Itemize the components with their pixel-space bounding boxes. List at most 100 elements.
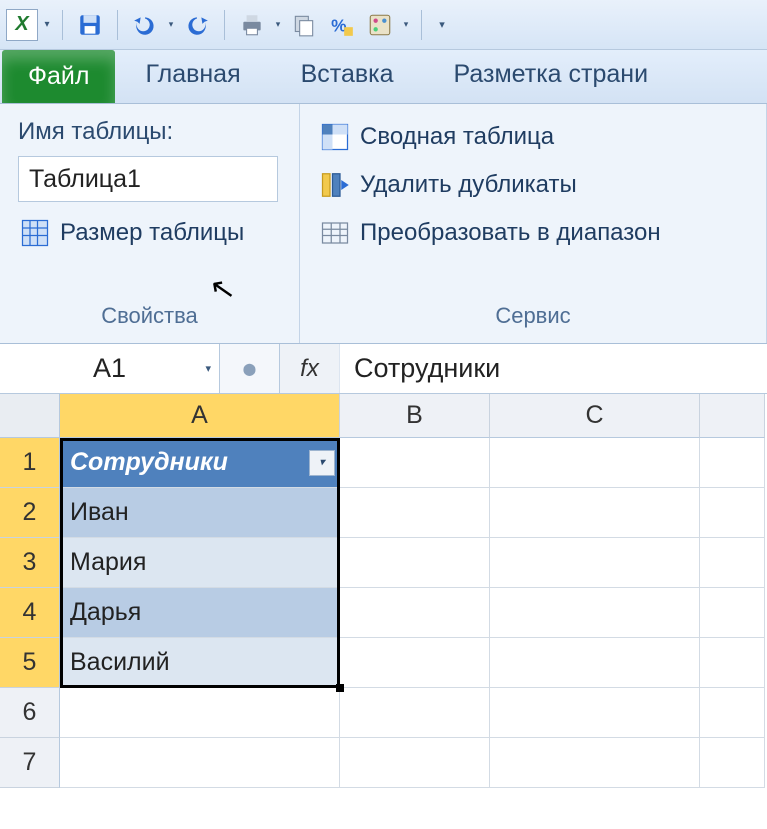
cell-value: Дарья — [70, 598, 141, 627]
copy-button[interactable] — [287, 8, 321, 42]
print-dropdown-icon[interactable]: ▾ — [273, 19, 283, 30]
pivot-table-button[interactable]: Сводная таблица — [318, 118, 748, 156]
undo-dropdown-icon[interactable]: ▾ — [166, 19, 176, 30]
tab-home[interactable]: Главная — [115, 48, 270, 103]
print-button[interactable] — [235, 8, 269, 42]
cell-C6[interactable] — [490, 688, 700, 738]
formula-bar: A1 ▾ ⬤ fx — [0, 344, 767, 394]
tab-insert[interactable]: Вставка — [271, 48, 424, 103]
cell-A3[interactable]: Мария — [60, 538, 340, 588]
separator — [117, 10, 118, 40]
row-header-6[interactable]: 6 — [0, 688, 60, 738]
cell-value: Сотрудники — [70, 448, 228, 477]
cell-B5[interactable] — [340, 638, 490, 688]
undo-button[interactable] — [128, 8, 162, 42]
convert-to-range-label: Преобразовать в диапазон — [360, 219, 661, 247]
row-header-3[interactable]: 3 — [0, 538, 60, 588]
cell-C7[interactable] — [490, 738, 700, 788]
column-header-B[interactable]: B — [340, 394, 490, 438]
cell-C4[interactable] — [490, 588, 700, 638]
fx-icon[interactable]: fx — [280, 344, 340, 393]
cell-C1[interactable] — [490, 438, 700, 488]
percent-button[interactable]: % — [325, 8, 359, 42]
cell-x1[interactable] — [700, 438, 765, 488]
cancel-button[interactable]: ⬤ — [220, 344, 280, 393]
formula-input[interactable] — [340, 344, 767, 393]
redo-button[interactable] — [180, 8, 214, 42]
cell-x2[interactable] — [700, 488, 765, 538]
row-header-7[interactable]: 7 — [0, 738, 60, 788]
column-header-A[interactable]: A — [60, 394, 340, 438]
app-menu-dropdown-icon[interactable]: ▾ — [42, 9, 52, 41]
cell-x6[interactable] — [700, 688, 765, 738]
row-header-5[interactable]: 5 — [0, 638, 60, 688]
name-box[interactable]: A1 ▾ — [0, 344, 220, 393]
separator — [62, 10, 63, 40]
select-all-corner[interactable] — [0, 394, 60, 438]
column-header-extra[interactable] — [700, 394, 765, 438]
resize-table-icon — [20, 218, 50, 248]
ribbon-group-tools: Сводная таблица Удалить дубликаты Преобр… — [300, 104, 767, 343]
cell-x7[interactable] — [700, 738, 765, 788]
filter-dropdown-icon[interactable]: ▾ — [309, 450, 335, 476]
highlight-button[interactable] — [363, 8, 397, 42]
cell-B1[interactable] — [340, 438, 490, 488]
tab-file[interactable]: Файл — [2, 50, 115, 103]
ribbon-tabs: Файл Главная Вставка Разметка страни — [0, 50, 767, 104]
save-icon — [77, 12, 103, 38]
separator — [421, 10, 422, 40]
row-header-4[interactable]: 4 — [0, 588, 60, 638]
print-icon — [239, 12, 265, 38]
app-icon[interactable]: X — [6, 9, 38, 41]
cell-value: Иван — [70, 498, 129, 527]
convert-to-range-button[interactable]: Преобразовать в диапазон — [318, 214, 748, 252]
save-button[interactable] — [73, 8, 107, 42]
cell-A1[interactable]: Сотрудники ▾ — [60, 438, 340, 488]
name-box-dropdown-icon[interactable]: ▾ — [205, 362, 211, 375]
highlight-icon — [367, 12, 393, 38]
column-header-C[interactable]: C — [490, 394, 700, 438]
remove-duplicates-label: Удалить дубликаты — [360, 171, 577, 199]
separator — [224, 10, 225, 40]
convert-range-icon — [320, 218, 350, 248]
cell-C5[interactable] — [490, 638, 700, 688]
cell-A7[interactable] — [60, 738, 340, 788]
cell-A2[interactable]: Иван — [60, 488, 340, 538]
percent-icon: % — [329, 12, 355, 38]
ribbon: Имя таблицы: Размер таблицы Свойства Сво… — [0, 104, 767, 344]
quick-access-toolbar: X ▾ ▾ ▾ % ▾ ▾ — [0, 0, 767, 50]
copy-icon — [291, 12, 317, 38]
name-box-value: A1 — [93, 353, 126, 384]
cell-C3[interactable] — [490, 538, 700, 588]
cell-A4[interactable]: Дарья — [60, 588, 340, 638]
row-header-1[interactable]: 1 — [0, 438, 60, 488]
cell-A6[interactable] — [60, 688, 340, 738]
cell-B3[interactable] — [340, 538, 490, 588]
cell-A5[interactable]: Василий — [60, 638, 340, 688]
ribbon-group-properties: Имя таблицы: Размер таблицы Свойства — [0, 104, 300, 343]
cell-C2[interactable] — [490, 488, 700, 538]
pivot-table-label: Сводная таблица — [360, 123, 554, 151]
cell-value: Василий — [70, 648, 170, 677]
cell-x4[interactable] — [700, 588, 765, 638]
group-label-tools: Сервис — [318, 295, 748, 339]
cell-x3[interactable] — [700, 538, 765, 588]
cell-B4[interactable] — [340, 588, 490, 638]
remove-duplicates-icon — [320, 170, 350, 200]
cell-B6[interactable] — [340, 688, 490, 738]
table-name-input[interactable] — [18, 156, 278, 202]
cell-x5[interactable] — [700, 638, 765, 688]
highlight-dropdown-icon[interactable]: ▾ — [401, 19, 411, 30]
resize-table-button[interactable]: Размер таблицы — [18, 214, 281, 252]
pivot-table-icon — [320, 122, 350, 152]
cell-B2[interactable] — [340, 488, 490, 538]
fill-handle[interactable] — [336, 684, 344, 692]
redo-icon — [184, 12, 210, 38]
cell-B7[interactable] — [340, 738, 490, 788]
resize-table-label: Размер таблицы — [60, 219, 244, 247]
tab-page-layout[interactable]: Разметка страни — [424, 48, 679, 103]
cell-value: Мария — [70, 548, 146, 577]
remove-duplicates-button[interactable]: Удалить дубликаты — [318, 166, 748, 204]
customize-qat-button[interactable]: ▾ — [432, 8, 452, 42]
row-header-2[interactable]: 2 — [0, 488, 60, 538]
